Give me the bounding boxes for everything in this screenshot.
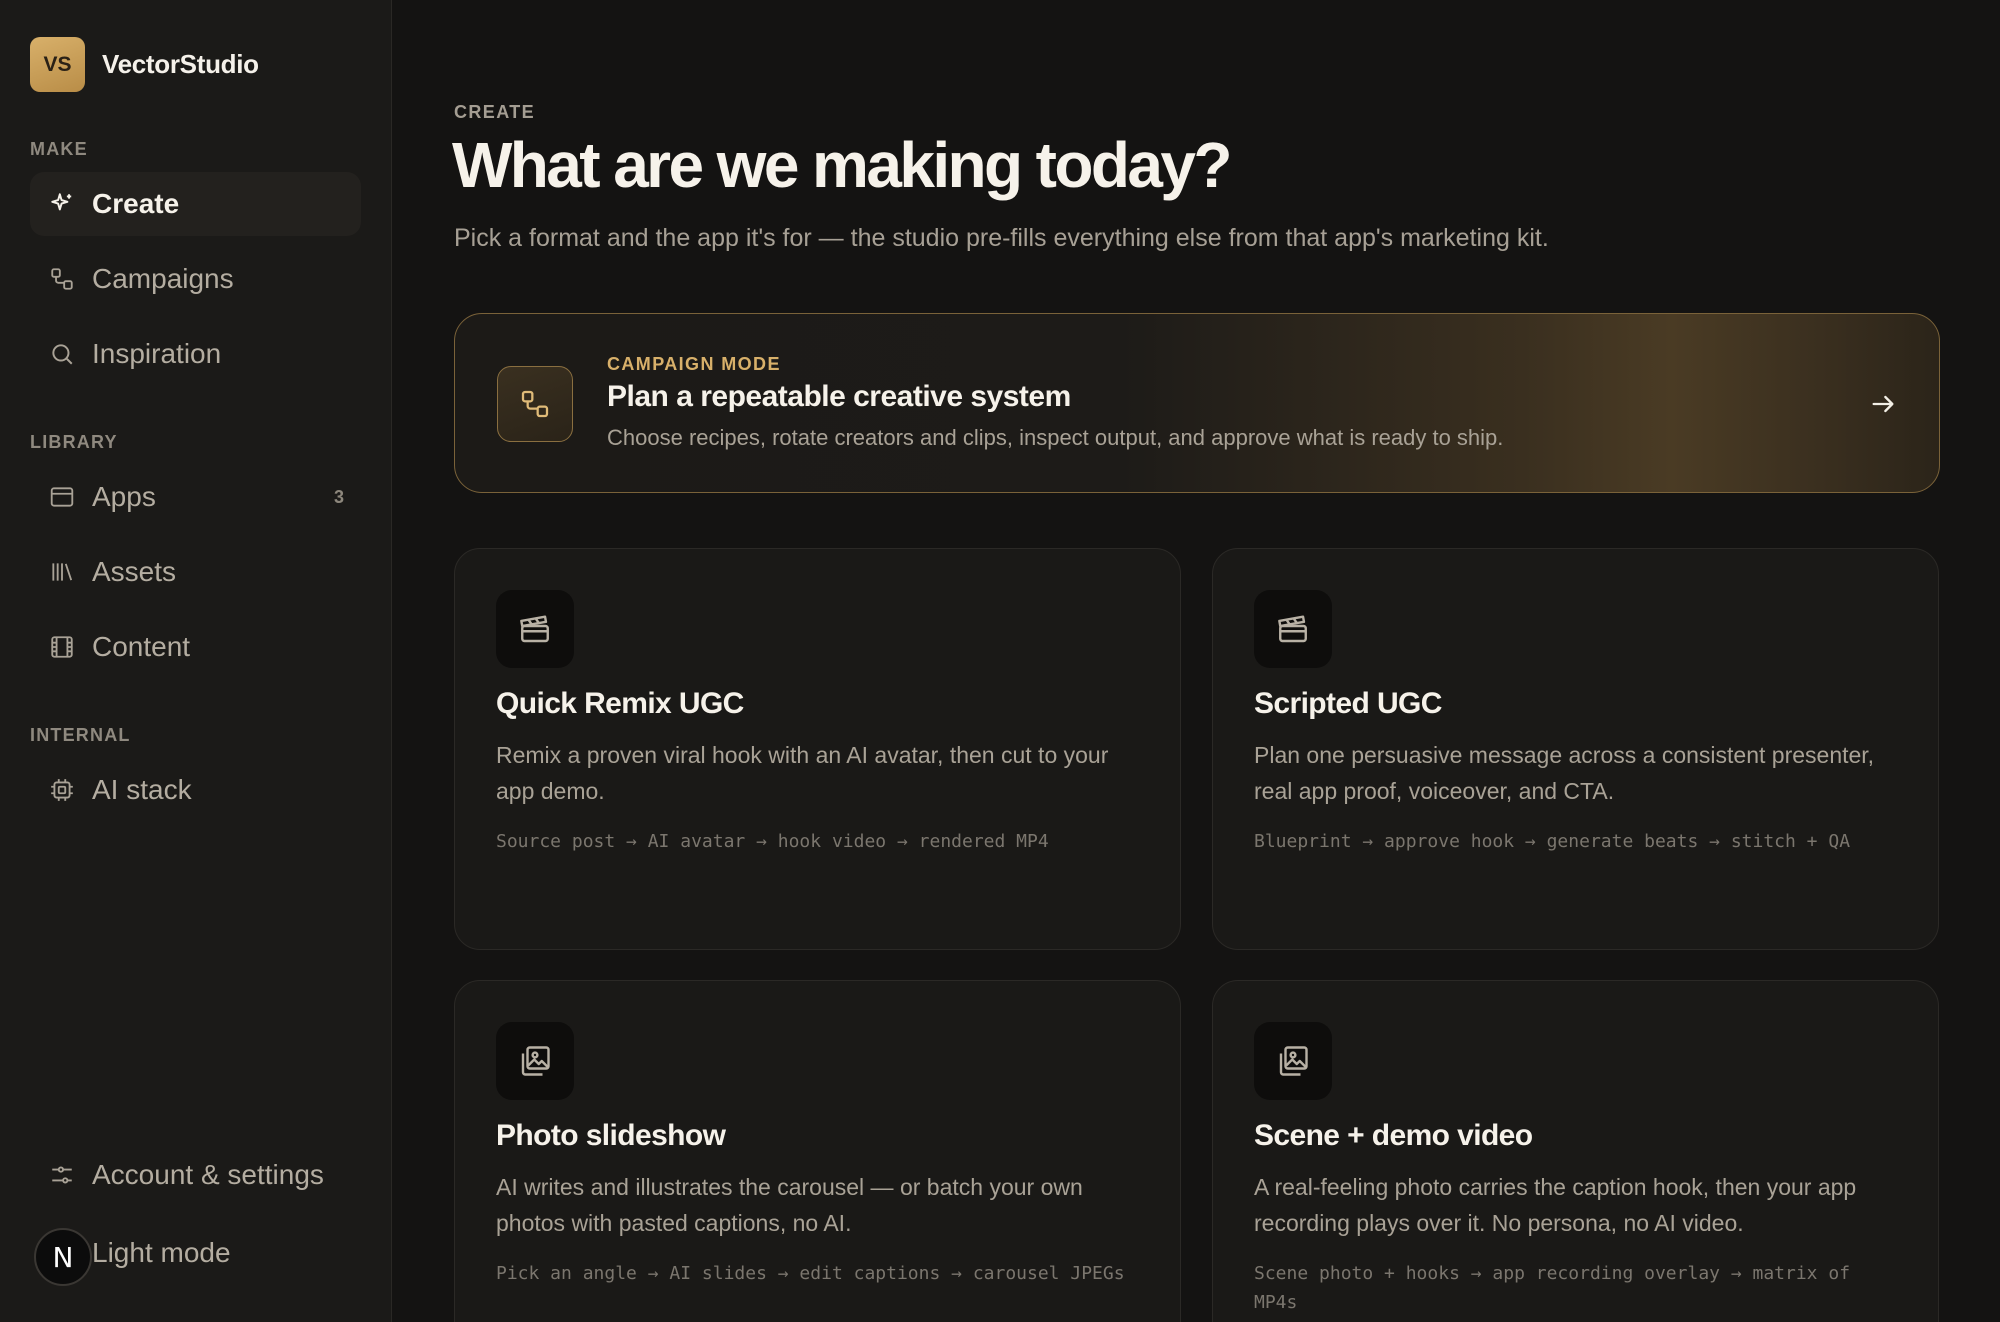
card-flow: Blueprint → approve hook → generate beat… xyxy=(1254,831,1851,852)
brand[interactable]: VS VectorStudio xyxy=(30,37,259,92)
light-mode-label: Light mode xyxy=(92,1237,231,1268)
apps-count-badge: 3 xyxy=(333,486,344,507)
sparkle-icon xyxy=(48,190,76,218)
card-description: AI writes and illustrates the carousel —… xyxy=(496,1174,1083,1236)
section-label-internal: INTERNAL xyxy=(30,725,131,745)
user-avatar[interactable]: N xyxy=(34,1228,92,1286)
sidebar-item-label: Apps xyxy=(92,481,156,512)
page-subtitle: Pick a format and the app it's for — the… xyxy=(454,224,1549,252)
chip-icon xyxy=(48,776,76,804)
sidebar: VS VectorStudio MAKE Create Campaigns In… xyxy=(0,0,392,1322)
arrow-right-icon xyxy=(1872,395,1894,413)
card-title: Quick Remix UGC xyxy=(496,687,744,720)
sidebar-item-label: Campaigns xyxy=(92,263,234,294)
workflow-icon xyxy=(48,265,76,293)
sidebar-item-assets[interactable]: Assets xyxy=(30,540,361,604)
section-label-library: LIBRARY xyxy=(30,432,118,452)
clapperboard-icon xyxy=(496,590,574,668)
clapperboard-icon xyxy=(1254,590,1332,668)
sidebar-item-label: Create xyxy=(92,188,180,219)
workflow-icon xyxy=(497,366,573,442)
image-stack-icon xyxy=(496,1022,574,1100)
sidebar-item-label: Content xyxy=(92,631,191,662)
sidebar-item-label: AI stack xyxy=(92,774,192,805)
library-icon xyxy=(48,558,76,586)
card-title: Scripted UGC xyxy=(1254,687,1442,720)
search-icon xyxy=(48,340,76,368)
card-title: Photo slideshow xyxy=(496,1119,726,1152)
format-card-quick-remix-ugc[interactable]: Quick Remix UGC Remix a proven viral hoo… xyxy=(454,548,1181,950)
page-eyebrow: CREATE xyxy=(454,102,536,122)
card-description: Plan one persuasive message across a con… xyxy=(1254,742,1875,804)
campaign-eyebrow: CAMPAIGN MODE xyxy=(607,354,781,374)
sidebar-item-inspiration[interactable]: Inspiration xyxy=(30,322,361,386)
sidebar-item-create[interactable]: Create xyxy=(30,172,361,236)
section-label-make: MAKE xyxy=(30,139,88,159)
card-description: A real-feeling photo carries the caption… xyxy=(1254,1174,1857,1236)
image-stack-icon xyxy=(1254,1022,1332,1100)
format-card-scripted-ugc[interactable]: Scripted UGC Plan one persuasive message… xyxy=(1212,548,1939,950)
card-flow: Source post → AI avatar → hook video → r… xyxy=(496,831,1049,852)
card-flow: Pick an angle → AI slides → edit caption… xyxy=(496,1263,1125,1284)
brand-name: VectorStudio xyxy=(102,49,259,79)
format-card-photo-slideshow[interactable]: Photo slideshow AI writes and illustrate… xyxy=(454,980,1181,1322)
campaign-mode-banner[interactable]: CAMPAIGN MODE Plan a repeatable creative… xyxy=(454,313,1940,493)
brand-logo: VS xyxy=(30,37,85,92)
film-icon xyxy=(48,633,76,661)
format-card-scene-demo-video[interactable]: Scene + demo video A real-feeling photo … xyxy=(1212,980,1939,1322)
card-title: Scene + demo video xyxy=(1254,1119,1533,1152)
card-flow: Scene photo + hooks → app recording over… xyxy=(1254,1263,1851,1313)
sidebar-item-apps[interactable]: Apps 3 xyxy=(30,465,361,529)
sliders-icon xyxy=(48,1161,76,1189)
sidebar-item-label: Inspiration xyxy=(92,338,222,369)
sidebar-item-content[interactable]: Content xyxy=(30,615,361,679)
browser-window-icon xyxy=(48,483,76,511)
sidebar-item-campaigns[interactable]: Campaigns xyxy=(30,247,361,311)
card-description: Remix a proven viral hook with an AI ava… xyxy=(496,742,1109,804)
account-settings-label: Account & settings xyxy=(92,1159,324,1190)
main-content: CREATE What are we making today? Pick a … xyxy=(392,0,2000,1322)
account-settings-link[interactable]: Account & settings xyxy=(30,1143,361,1207)
sidebar-item-ai-stack[interactable]: AI stack xyxy=(30,758,361,822)
page-title: What are we making today? xyxy=(452,129,1232,201)
sidebar-item-label: Assets xyxy=(92,556,177,587)
campaign-description: Choose recipes, rotate creators and clip… xyxy=(607,425,1504,450)
campaign-title: Plan a repeatable creative system xyxy=(607,380,1071,413)
